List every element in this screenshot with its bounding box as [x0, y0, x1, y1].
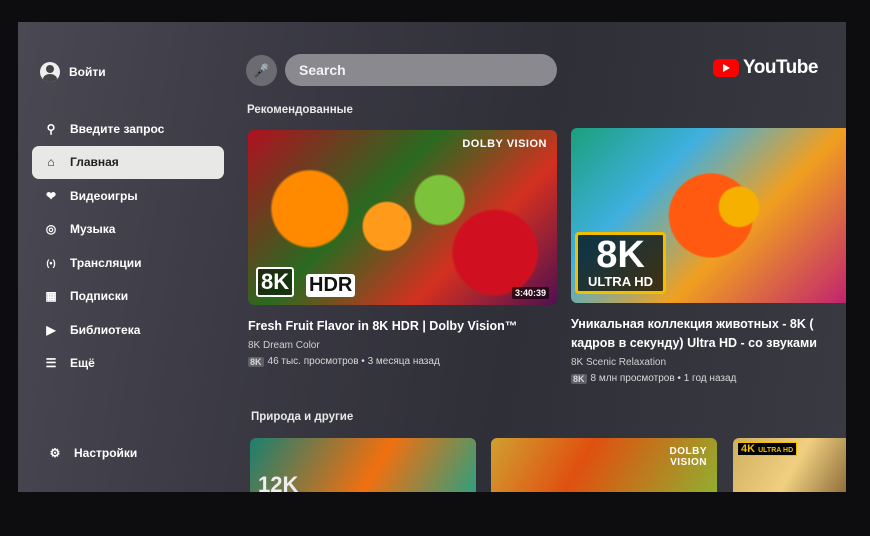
settings-label: Настройки: [74, 446, 138, 460]
video-thumbnail[interactable]: 8K ULTRA HD: [571, 128, 846, 303]
sidebar-item-label: Музыка: [70, 222, 116, 237]
sidebar-item-live[interactable]: (•) Трансляции: [32, 246, 224, 280]
sidebar-item-label: Подписки: [70, 289, 129, 304]
video-thumbnail[interactable]: DOLBY VISION: [491, 438, 717, 492]
sidebar-item-label: Главная: [70, 155, 119, 170]
views-date: 46 тыс. просмотров • 3 месяца назад: [267, 356, 440, 367]
sidebar-item-label: Видеоигры: [70, 188, 138, 203]
library-icon: ▶: [46, 322, 56, 337]
search-icon: ⚲: [46, 121, 56, 136]
video-meta: 8K 8 млн просмотров • 1 год назад: [571, 373, 846, 384]
shelf-title: Рекомендованные: [247, 104, 353, 116]
dolby-vision-badge: DOLBY VISION: [669, 446, 707, 468]
video-card[interactable]: 12K: [250, 438, 476, 492]
4k-badge: 4K ULTRA HD: [737, 442, 798, 456]
video-card[interactable]: DOLBY VISION: [491, 438, 717, 492]
microphone-icon: 🎤: [253, 63, 270, 78]
live-icon: (•): [46, 257, 56, 268]
avatar-icon: [40, 62, 60, 82]
sign-in-button[interactable]: Войти: [40, 62, 106, 82]
sidebar-item-gaming[interactable]: ❤ Видеоигры: [32, 179, 224, 213]
quality-badge: 8K: [248, 356, 264, 367]
8k-badge: 8K: [256, 267, 295, 297]
quality-badge: 8K: [571, 373, 587, 384]
subscriptions-icon: ▦: [45, 289, 57, 304]
sidebar-item-label: Библиотека: [70, 322, 141, 337]
duration-badge: 3:40:39: [511, 287, 549, 299]
video-thumbnail[interactable]: DOLBY VISION 8K HDR 3:40:39: [248, 130, 557, 305]
sidebar-item-subscriptions[interactable]: ▦ Подписки: [32, 280, 224, 314]
video-card[interactable]: 8K ULTRA HD Уникальная коллекция животных…: [571, 128, 846, 384]
sidebar-item-library[interactable]: ▶ Библиотека: [32, 313, 224, 347]
video-thumbnail[interactable]: 4K ULTRA HD: [733, 438, 846, 492]
sidebar-item-music[interactable]: ◎ Музыка: [32, 213, 224, 247]
sidebar-item-label: Введите запрос: [70, 121, 165, 136]
video-meta: 8K 46 тыс. просмотров • 3 месяца назад: [248, 356, 557, 367]
tv-screen: Войти ⚲ Введите запрос ⌂ Главная ❤ Видеоигр…: [18, 22, 846, 492]
sidebar-item-label: Трансляции: [70, 255, 142, 270]
sidebar-item-more[interactable]: ☰ Ещё: [32, 347, 224, 381]
music-icon: ◎: [45, 222, 57, 237]
video-card[interactable]: DOLBY VISION 8K HDR 3:40:39 Fresh Fruit …: [248, 130, 557, 367]
views-date: 8 млн просмотров • 1 год назад: [590, 373, 737, 384]
home-icon: ⌂: [47, 155, 55, 170]
gamepad-icon: ❤: [45, 188, 57, 203]
shelf-title: Природа и другие: [251, 411, 354, 423]
sidebar-item-search[interactable]: ⚲ Введите запрос: [32, 112, 224, 146]
search-input[interactable]: Search: [285, 54, 557, 86]
dolby-vision-badge: DOLBY VISION: [462, 138, 547, 150]
hdr-badge: HDR: [306, 274, 356, 297]
sidebar-item-home[interactable]: ⌂ Главная: [32, 145, 224, 179]
video-title: Уникальная коллекция животных - 8K (кадр…: [571, 317, 817, 350]
video-card[interactable]: 4K ULTRA HD: [733, 438, 846, 492]
channel-name: 8K Scenic Relaxation: [571, 357, 667, 368]
video-title: Fresh Fruit Flavor in 8K HDR | Dolby Vis…: [248, 319, 518, 333]
12k-badge: 12K: [258, 472, 299, 492]
menu-icon: ☰: [45, 356, 57, 371]
video-thumbnail[interactable]: 12K: [250, 438, 476, 492]
channel-name: 8K Dream Color: [248, 340, 320, 351]
play-icon: [713, 59, 739, 77]
voice-search-button[interactable]: 🎤: [246, 55, 277, 86]
sidebar-item-label: Ещё: [70, 356, 95, 371]
youtube-logo: YouTube: [713, 57, 818, 79]
8k-ultra-hd-badge: 8K ULTRA HD: [575, 232, 666, 294]
gear-icon: ⚙: [49, 446, 61, 460]
sign-in-label: Войти: [69, 65, 106, 79]
logo-text: YouTube: [743, 57, 818, 78]
sidebar-item-settings[interactable]: ⚙ Настройки: [48, 446, 138, 460]
nav-menu: ⚲ Введите запрос ⌂ Главная ❤ Видеоигры ◎ Муз…: [32, 112, 224, 380]
sidebar: Войти ⚲ Введите запрос ⌂ Главная ❤ Видеоигр…: [18, 22, 233, 492]
